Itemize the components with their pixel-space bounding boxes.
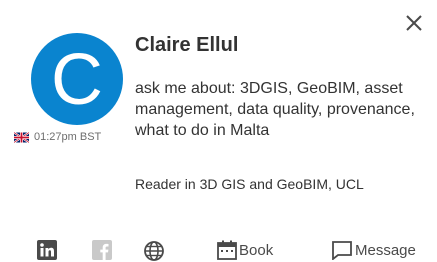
message-label: Message <box>355 241 416 259</box>
book-button[interactable]: Book <box>217 240 273 260</box>
message-button[interactable]: Message <box>331 240 416 260</box>
profile-title: Reader in 3D GIS and GeoBIM, UCL <box>135 176 364 192</box>
linkedin-button[interactable] <box>37 240 57 260</box>
action-bar: Book Message <box>0 240 437 262</box>
uk-flag-icon <box>14 131 29 143</box>
close-icon <box>406 15 422 31</box>
profile-bio: ask me about: 3DGIS, GeoBIM, asset manag… <box>135 80 415 139</box>
book-label: Book <box>239 241 274 259</box>
globe-icon <box>144 241 164 261</box>
local-time-text: 01:27pm BST <box>34 131 102 143</box>
avatar: C <box>31 33 123 125</box>
facebook-icon <box>92 240 112 260</box>
website-button[interactable] <box>143 240 165 262</box>
close-button[interactable] <box>403 12 425 34</box>
profile-name: Claire Ellul <box>135 34 239 56</box>
local-time: 01:27pm BST <box>14 131 101 143</box>
facebook-button[interactable] <box>92 240 112 260</box>
calendar-icon <box>217 240 237 260</box>
profile-card: C 01:27pm BST Claire Ellul ask me about:… <box>0 0 437 262</box>
avatar-initial: C <box>51 40 103 120</box>
linkedin-icon <box>37 240 57 260</box>
message-icon <box>332 241 352 260</box>
